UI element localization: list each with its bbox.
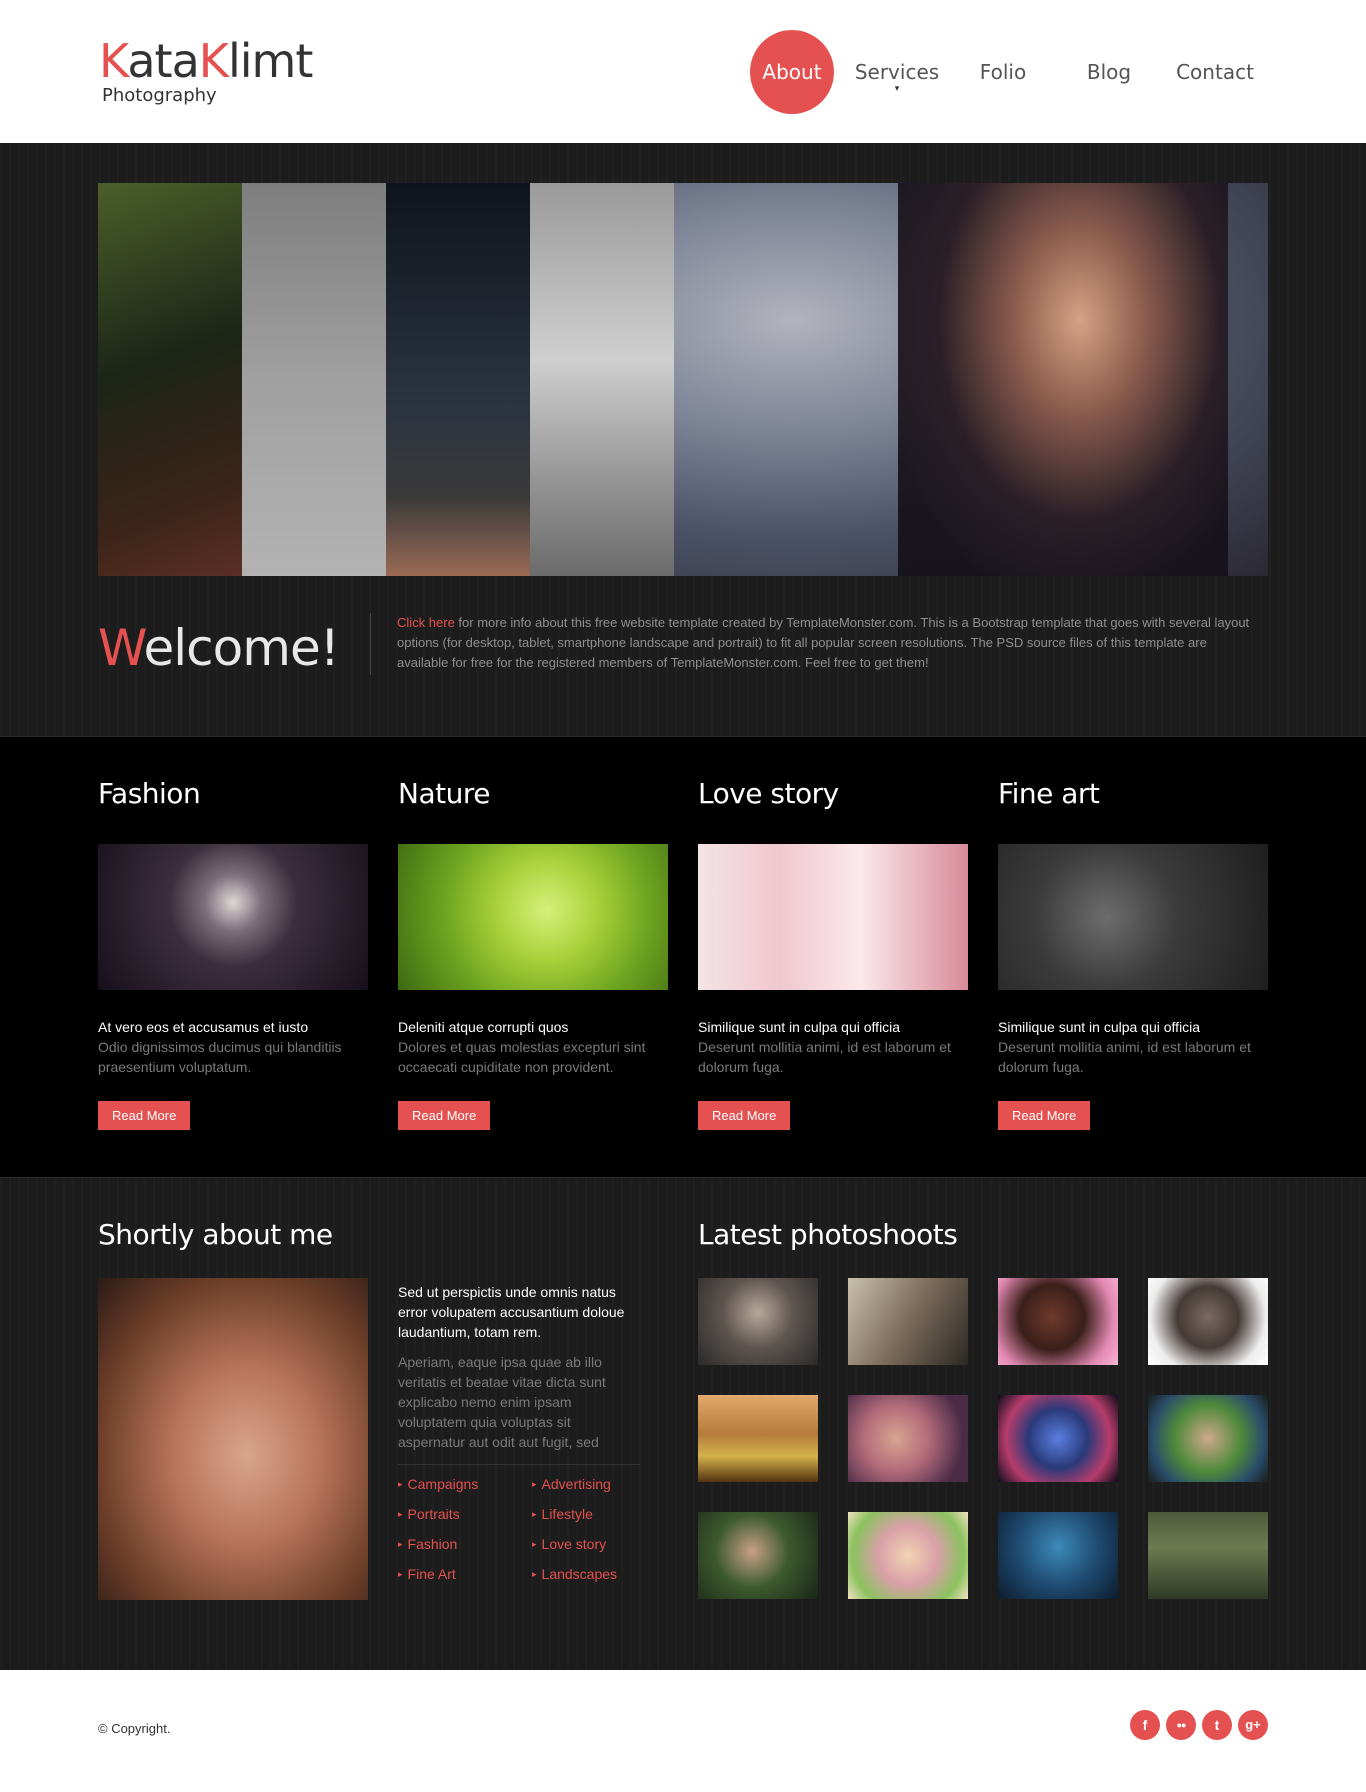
photoshoot-thumb[interactable]	[848, 1278, 968, 1365]
category-desc: Odio dignissimos ducimus qui blanditiis …	[98, 1039, 342, 1075]
link-advertising[interactable]: ▸ Advertising	[532, 1475, 652, 1493]
category-lead: Similique sunt in culpa qui officia	[698, 1019, 901, 1035]
slider-panel-1[interactable]	[98, 183, 242, 576]
category-desc: Deserunt mollitia animi, id est laborum …	[998, 1039, 1251, 1075]
category-image[interactable]	[98, 844, 368, 990]
category-title: Love story	[698, 777, 839, 810]
link-fine-art[interactable]: ▸ Fine Art	[398, 1565, 532, 1583]
arrow-right-icon: ▸	[532, 1479, 537, 1489]
link-campaigns[interactable]: ▸ Campaigns	[398, 1475, 532, 1493]
photoshoot-thumb[interactable]	[1148, 1512, 1268, 1599]
slider-photo-woman	[898, 183, 1228, 576]
about-lead: Sed ut perspictis unde omnis natus error…	[398, 1284, 625, 1340]
link-portraits[interactable]: ▸ Portraits	[398, 1505, 532, 1523]
arrow-right-icon: ▸	[532, 1569, 537, 1579]
flickr-icon[interactable]: ●●	[1166, 1710, 1196, 1740]
arrow-right-icon: ▸	[398, 1479, 403, 1489]
category-nature: Nature Deleniti atque corrupti quos Dolo…	[398, 777, 668, 1130]
photoshoot-thumb[interactable]	[1148, 1278, 1268, 1365]
read-more-button[interactable]: Read More	[98, 1101, 191, 1130]
link-landscapes[interactable]: ▸ Landscapes	[532, 1565, 652, 1583]
arrow-right-icon: ▸	[398, 1569, 403, 1579]
category-lead: Similique sunt in culpa qui officia	[998, 1019, 1201, 1035]
copyright-text: © Copyright.	[98, 1721, 171, 1736]
accordion-slider	[98, 183, 1268, 576]
welcome-block: Welcome! Click here for more info about …	[98, 613, 1268, 693]
slider-panel-3[interactable]	[386, 183, 530, 576]
link-fashion[interactable]: ▸ Fashion	[398, 1535, 532, 1553]
photoshoot-thumb[interactable]	[1148, 1395, 1268, 1482]
arrow-right-icon: ▸	[532, 1539, 537, 1549]
logo-subtitle: Photography	[102, 85, 217, 106]
category-title: Fine art	[998, 777, 1100, 810]
welcome-text: Click here for more info about this free…	[397, 613, 1257, 673]
welcome-body: for more info about this free website te…	[397, 615, 1250, 670]
main-nav: About Services ▾ Folio Blog Contact	[750, 30, 1268, 114]
social-links: f ●● t g+	[1130, 1710, 1268, 1740]
nav-about[interactable]: About	[750, 30, 834, 114]
category-image[interactable]	[998, 844, 1268, 990]
photoshoot-thumb[interactable]	[848, 1512, 968, 1599]
logo-text: KataKlimt	[99, 34, 313, 88]
nav-contact[interactable]: Contact	[1162, 30, 1268, 114]
photoshoot-thumb[interactable]	[998, 1512, 1118, 1599]
slider-panel-active[interactable]	[674, 183, 1268, 576]
slider-panel-4[interactable]	[530, 183, 674, 576]
about-title: Shortly about me	[98, 1218, 333, 1251]
category-lead: Deleniti atque corrupti quos	[398, 1019, 569, 1035]
read-more-button[interactable]: Read More	[698, 1101, 791, 1130]
about-portrait	[98, 1278, 368, 1600]
nav-services-label: Services	[854, 60, 940, 84]
photoshoot-thumb[interactable]	[698, 1395, 818, 1482]
site-logo[interactable]: KataKlimt Photography	[99, 34, 313, 106]
categories-section: Fashion At vero eos et accusamus et iust…	[0, 736, 1366, 1178]
link-lifestyle[interactable]: ▸ Lifestyle	[532, 1505, 652, 1523]
photoshoot-thumb[interactable]	[998, 1395, 1118, 1482]
category-desc: Dolores et quas molestias excepturi sint…	[398, 1039, 646, 1075]
category-image[interactable]	[398, 844, 668, 990]
click-here-link[interactable]: Click here	[397, 615, 455, 630]
photoshoots-title: Latest photoshoots	[698, 1218, 958, 1251]
site-header: KataKlimt Photography About Services ▾ Fo…	[0, 0, 1366, 143]
about-links: ▸ Campaigns ▸ Advertising ▸ Portraits ▸ Life…	[398, 1475, 640, 1583]
slider-panel-2[interactable]	[242, 183, 386, 576]
category-lead: At vero eos et accusamus et iusto	[98, 1019, 309, 1035]
photoshoot-thumb[interactable]	[998, 1278, 1118, 1365]
welcome-divider	[370, 613, 371, 675]
category-title: Nature	[398, 777, 490, 810]
nav-blog[interactable]: Blog	[1056, 30, 1162, 114]
category-fine-art: Fine art Similique sunt in culpa qui off…	[998, 777, 1268, 1130]
photoshoots-grid	[698, 1278, 1268, 1599]
hero-section: Welcome! Click here for more info about …	[0, 143, 1366, 736]
twitter-icon[interactable]: t	[1202, 1710, 1232, 1740]
about-desc: Aperiam, eaque ipsa quae ab illo veritat…	[398, 1354, 606, 1450]
category-fashion: Fashion At vero eos et accusamus et iust…	[98, 777, 368, 1130]
photoshoot-thumb[interactable]	[848, 1395, 968, 1482]
arrow-right-icon: ▸	[532, 1509, 537, 1519]
nav-services[interactable]: Services ▾	[844, 30, 950, 114]
category-love-story: Love story Similique sunt in culpa qui o…	[698, 777, 968, 1130]
about-section: Shortly about me Sed ut perspictis unde …	[0, 1178, 1366, 1670]
site-footer: © Copyright. f ●● t g+	[0, 1670, 1366, 1792]
category-image[interactable]	[698, 844, 968, 990]
nav-folio[interactable]: Folio	[950, 30, 1056, 114]
category-title: Fashion	[98, 777, 201, 810]
read-more-button[interactable]: Read More	[998, 1101, 1091, 1130]
welcome-title: Welcome!	[98, 619, 340, 677]
submenu-indicator-icon: ▾	[894, 84, 900, 94]
about-divider	[398, 1464, 640, 1465]
arrow-right-icon: ▸	[398, 1509, 403, 1519]
read-more-button[interactable]: Read More	[398, 1101, 491, 1130]
link-love-story[interactable]: ▸ Love story	[532, 1535, 652, 1553]
google-plus-icon[interactable]: g+	[1238, 1710, 1268, 1740]
about-intro: Sed ut perspictis unde omnis natus error…	[398, 1282, 640, 1583]
facebook-icon[interactable]: f	[1130, 1710, 1160, 1740]
arrow-right-icon: ▸	[398, 1539, 403, 1549]
category-desc: Deserunt mollitia animi, id est laborum …	[698, 1039, 951, 1075]
photoshoot-thumb[interactable]	[698, 1278, 818, 1365]
photoshoot-thumb[interactable]	[698, 1512, 818, 1599]
